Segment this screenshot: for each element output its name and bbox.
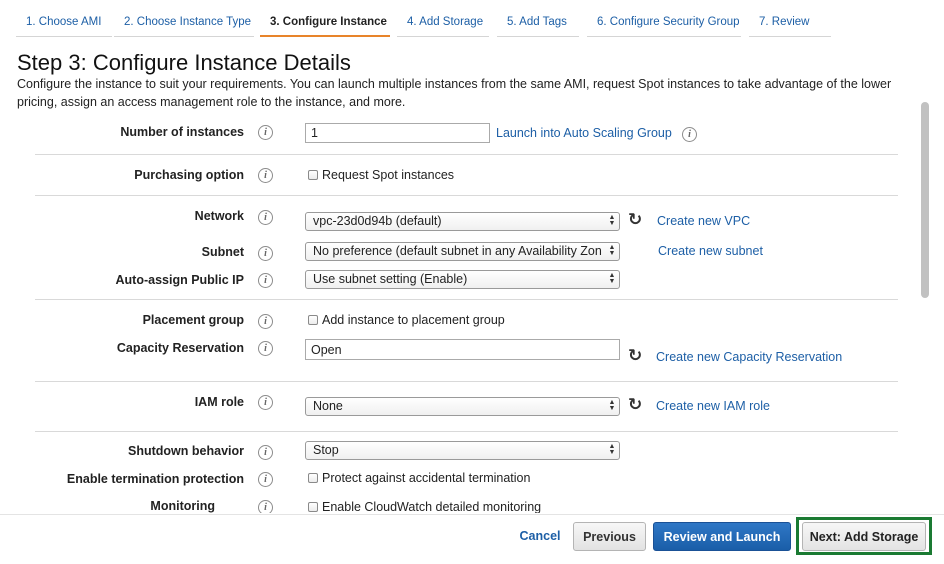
monitoring-checkbox-row[interactable]: Enable CloudWatch detailed monitoring	[308, 499, 541, 513]
placement-group-checkbox-row[interactable]: Add instance to placement group	[308, 312, 505, 328]
review-and-launch-button[interactable]: Review and Launch	[653, 522, 791, 551]
monitoring-row: Monitoring i Enable CloudWatch detailed …	[0, 490, 915, 513]
subnet-label: Subnet	[201, 245, 244, 259]
info-circle-icon[interactable]: i	[258, 210, 273, 225]
iam-role-select[interactable]: None ▲ ▼	[305, 397, 620, 416]
auto-assign-ip-select[interactable]: Use subnet setting (Enable) ▲ ▼	[305, 270, 620, 289]
monitoring-checkbox-label: Enable CloudWatch detailed monitoring	[322, 500, 542, 513]
capacity-reservation-label: Capacity Reservation	[116, 341, 244, 355]
info-circle-icon[interactable]: i	[258, 472, 273, 487]
number-of-instances-input[interactable]	[305, 123, 490, 143]
page-description: Configure the instance to suit your requ…	[17, 77, 892, 109]
info-circle-icon[interactable]: i	[258, 246, 273, 261]
info-circle-icon[interactable]: i	[258, 341, 273, 356]
refresh-icon[interactable]: ↻	[628, 396, 645, 413]
create-new-vpc-link[interactable]: Create new VPC	[657, 214, 750, 228]
tab-review[interactable]: 7. Review	[749, 8, 831, 37]
section-divider	[35, 299, 898, 300]
form-scrollbar[interactable]	[918, 100, 932, 514]
tab-configure-security-group[interactable]: 6. Configure Security Group	[587, 8, 741, 37]
request-spot-checkbox-row[interactable]: Request Spot instances	[308, 167, 454, 183]
select-arrows-icon: ▲ ▼	[608, 214, 616, 227]
termination-protection-checkbox-label: Protect against accidental termination	[322, 471, 531, 485]
select-arrows-icon: ▲ ▼	[608, 399, 616, 412]
section-divider	[35, 381, 898, 382]
monitoring-label: Monitoring	[150, 499, 215, 513]
auto-assign-ip-select-value: Use subnet setting (Enable)	[313, 272, 468, 286]
wizard-tabs: 1. Choose AMI 2. Choose Instance Type 3.…	[0, 0, 944, 38]
section-divider	[35, 431, 898, 432]
previous-button[interactable]: Previous	[573, 522, 646, 551]
number-of-instances-label: Number of instances	[120, 125, 244, 139]
launch-auto-scaling-link[interactable]: Launch into Auto Scaling Group	[496, 126, 672, 140]
termination-protection-checkbox-row[interactable]: Protect against accidental termination	[308, 470, 530, 486]
info-circle-icon[interactable]: i	[258, 168, 273, 183]
select-arrows-icon: ▲ ▼	[608, 244, 616, 257]
subnet-select-value: No preference (default subnet in any Ava…	[313, 244, 602, 258]
section-divider	[35, 154, 898, 155]
subnet-select[interactable]: No preference (default subnet in any Ava…	[305, 242, 620, 261]
scrollbar-thumb[interactable]	[921, 102, 929, 298]
termination-protection-checkbox[interactable]	[308, 473, 318, 483]
info-circle-icon[interactable]: i	[258, 125, 273, 140]
create-capacity-reservation-link[interactable]: Create new Capacity Reservation	[656, 350, 842, 364]
select-arrows-icon: ▲ ▼	[608, 443, 616, 456]
tab-choose-ami[interactable]: 1. Choose AMI	[16, 8, 112, 37]
request-spot-label: Request Spot instances	[322, 168, 455, 182]
shutdown-behavior-select-value: Stop	[313, 443, 339, 457]
placement-group-label: Placement group	[142, 313, 244, 327]
tab-configure-instance[interactable]: 3. Configure Instance	[260, 8, 390, 37]
iam-role-label: IAM role	[194, 395, 244, 409]
placement-group-checkbox[interactable]	[308, 315, 318, 325]
info-circle-icon[interactable]: i	[258, 445, 273, 460]
info-circle-icon[interactable]: i	[258, 500, 273, 513]
purchasing-option-label: Purchasing option	[134, 168, 244, 182]
termination-protection-label: Enable termination protection	[66, 472, 244, 486]
next-button-highlight: Next: Add Storage	[796, 517, 932, 555]
auto-assign-ip-label: Auto-assign Public IP	[115, 273, 245, 287]
tab-choose-instance-type[interactable]: 2. Choose Instance Type	[114, 8, 254, 37]
section-divider	[35, 195, 898, 196]
refresh-icon[interactable]: ↻	[628, 211, 645, 228]
info-circle-icon[interactable]: i	[682, 127, 697, 142]
network-select[interactable]: vpc-23d0d94b (default) ▲ ▼	[305, 212, 620, 231]
iam-role-select-value: None	[313, 399, 343, 413]
network-select-value: vpc-23d0d94b (default)	[313, 214, 442, 228]
footer-divider	[0, 514, 944, 515]
select-arrows-icon: ▲ ▼	[608, 272, 616, 285]
create-new-subnet-link[interactable]: Create new subnet	[658, 244, 763, 258]
shutdown-behavior-select[interactable]: Stop ▲ ▼	[305, 441, 620, 460]
refresh-icon[interactable]: ↻	[628, 347, 645, 364]
cancel-button[interactable]: Cancel	[513, 522, 567, 551]
shutdown-behavior-label: Shutdown behavior	[128, 444, 244, 458]
placement-group-checkbox-label: Add instance to placement group	[322, 313, 505, 327]
network-label: Network	[194, 209, 244, 223]
info-circle-icon[interactable]: i	[258, 395, 273, 410]
page-title: Step 3: Configure Instance Details	[17, 50, 351, 75]
info-circle-icon[interactable]: i	[258, 314, 273, 329]
tab-add-storage[interactable]: 4. Add Storage	[397, 8, 489, 37]
monitoring-checkbox[interactable]	[308, 502, 318, 512]
next-add-storage-button[interactable]: Next: Add Storage	[802, 522, 926, 551]
capacity-reservation-input[interactable]	[305, 339, 620, 360]
create-iam-role-link[interactable]: Create new IAM role	[656, 399, 770, 413]
info-circle-icon[interactable]: i	[258, 273, 273, 288]
tab-add-tags[interactable]: 5. Add Tags	[497, 8, 579, 37]
request-spot-checkbox[interactable]	[308, 170, 318, 180]
